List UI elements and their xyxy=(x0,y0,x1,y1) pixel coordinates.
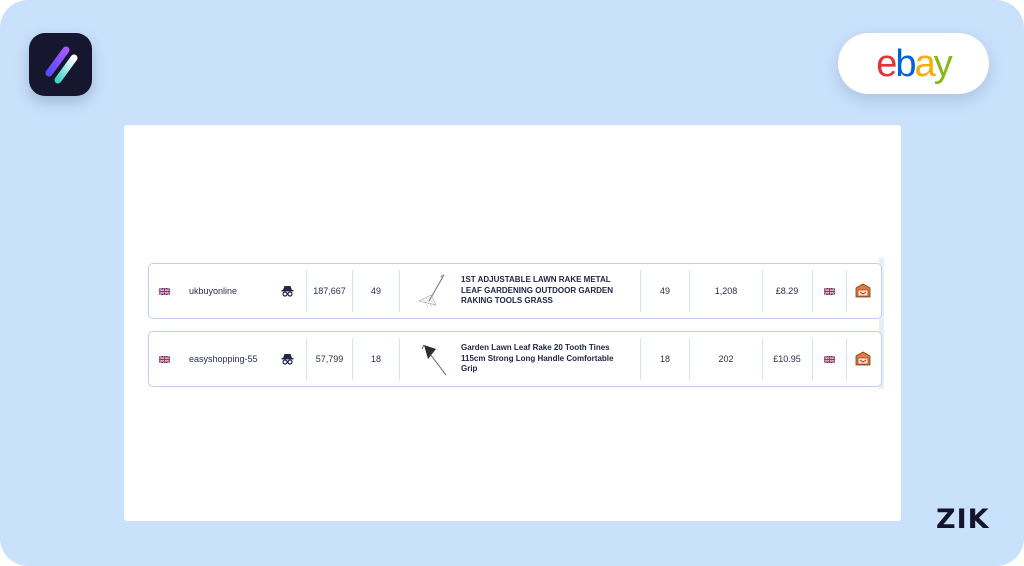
column-divider xyxy=(399,338,400,380)
uk-flag-icon xyxy=(823,287,835,295)
app-logo-icon xyxy=(29,33,92,96)
product-title-cell[interactable]: Garden Lawn Leaf Rake 20 Tooth Tines 115… xyxy=(461,332,631,386)
product-title[interactable]: Garden Lawn Leaf Rake 20 Tooth Tines 115… xyxy=(461,343,631,375)
feedback-count: 187,667 xyxy=(313,286,346,296)
total-sold: 202 xyxy=(718,354,734,364)
leaf-rake-image-icon xyxy=(414,339,450,379)
spy-seller-button[interactable] xyxy=(275,332,299,386)
store-icon xyxy=(855,283,871,298)
seller-country-cell xyxy=(159,332,173,386)
ebay-wordmark: ebay xyxy=(876,42,953,85)
seller-country-cell xyxy=(159,264,173,318)
spy-icon xyxy=(281,354,293,365)
uk-flag-icon xyxy=(823,355,835,363)
background-frame: ebay ukbuyonline 187,667 49 1ST ADJUSTAB… xyxy=(0,0,1024,566)
uk-flag-icon xyxy=(159,287,170,295)
price: £10.95 xyxy=(773,354,801,364)
spy-seller-button[interactable] xyxy=(275,264,299,318)
product-image[interactable] xyxy=(411,264,453,318)
shipping-country-cell xyxy=(813,332,845,386)
store-button[interactable] xyxy=(847,264,879,318)
product-title-cell[interactable]: 1ST ADJUSTABLE LAWN RAKE METAL LEAF GARD… xyxy=(461,264,631,318)
store-icon xyxy=(855,351,871,366)
ebay-logo: ebay xyxy=(838,33,989,94)
table-row[interactable]: easyshopping-55 57,799 18 Garden Lawn Le… xyxy=(148,331,882,387)
sales-count: 49 xyxy=(370,286,381,296)
ebay-letter-a: a xyxy=(914,42,936,85)
seller-name[interactable]: ukbuyonline xyxy=(189,264,279,318)
uk-flag-icon xyxy=(159,355,170,363)
price: £8.29 xyxy=(775,286,799,296)
ebay-letter-y: y xyxy=(933,42,953,85)
feedback-count: 57,799 xyxy=(315,354,344,364)
spy-icon xyxy=(281,286,293,297)
lawn-rake-image-icon xyxy=(414,271,450,311)
ebay-letter-e: e xyxy=(876,42,897,85)
store-button[interactable] xyxy=(847,332,879,386)
column-divider xyxy=(399,270,400,312)
sold-count: 18 xyxy=(659,354,670,364)
total-sold: 1,208 xyxy=(714,286,738,296)
product-title[interactable]: 1ST ADJUSTABLE LAWN RAKE METAL LEAF GARD… xyxy=(461,275,631,307)
product-image[interactable] xyxy=(411,332,453,386)
sold-count: 49 xyxy=(659,286,670,296)
ebay-letter-b: b xyxy=(895,42,916,85)
sales-count: 18 xyxy=(370,354,381,364)
table-row[interactable]: ukbuyonline 187,667 49 1ST ADJUSTABLE LA… xyxy=(148,263,882,319)
seller-name[interactable]: easyshopping-55 xyxy=(189,332,279,386)
shipping-country-cell xyxy=(813,264,845,318)
results-panel xyxy=(124,125,901,521)
zik-watermark: ZIK xyxy=(936,504,990,535)
